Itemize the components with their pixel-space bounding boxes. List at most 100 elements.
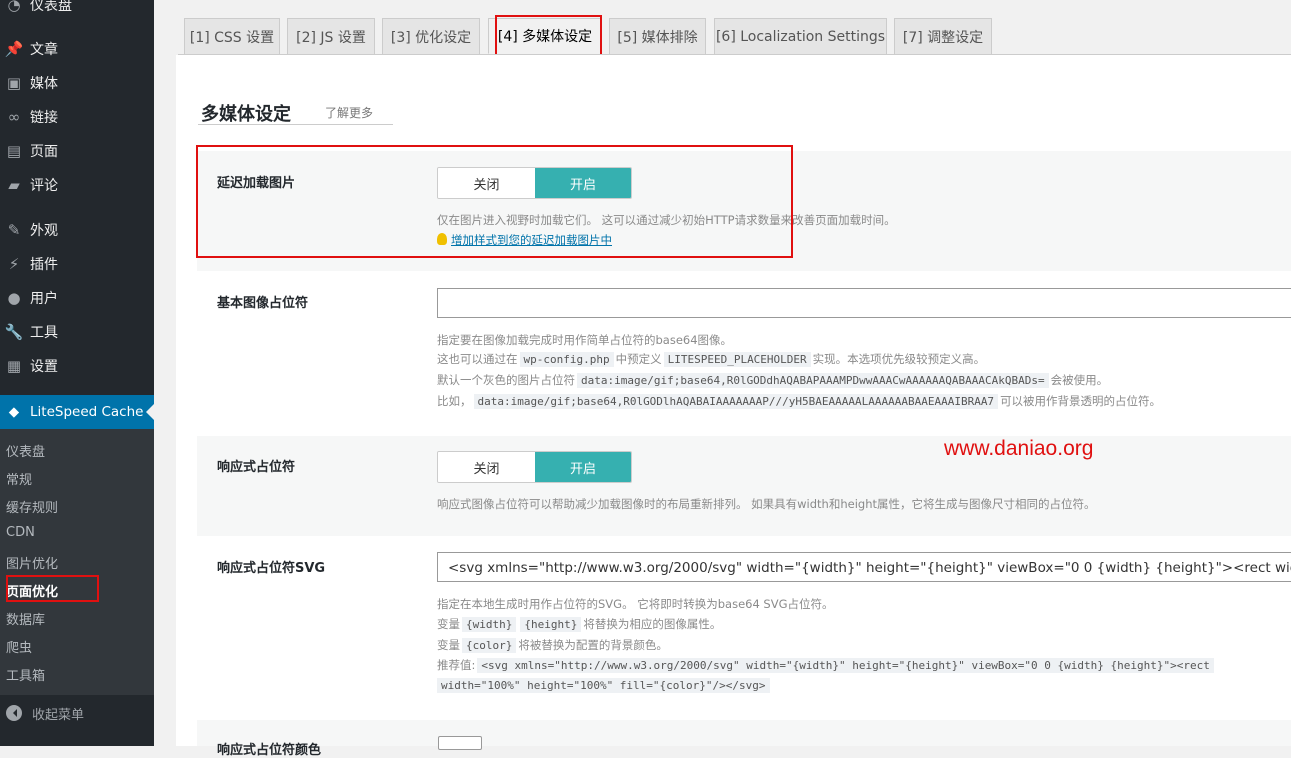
text: 推荐值: [437,658,476,672]
brush-icon: ✎ [7,221,21,239]
menu-tools-label: 工具 [30,325,58,341]
collapse-label: 收起菜单 [32,707,85,723]
code-snippet: {color} [462,638,517,653]
menu-pages-label: 页面 [30,144,58,160]
toggle-off-button[interactable]: 关闭 [438,452,535,482]
submenu-item[interactable]: 图片优化 [6,553,58,572]
text: 比如， [437,394,472,408]
menu-plugins[interactable]: ⚡ 插件 [0,247,154,281]
responsive-toggle[interactable]: 关闭 开启 [437,451,632,483]
svg-input[interactable]: <svg xmlns="http://www.w3.org/2000/svg" … [437,552,1291,582]
code-snippet: data:image/gif;base64,R0lGODlhAQABAIAAAA… [473,394,999,409]
text: 默认一个灰色的图片占位符 [437,373,575,387]
menu-plugins-label: 插件 [30,257,58,273]
placeholder-desc-1: 指定要在图像加载完成时用作简单占位符的base64图像。 [437,333,733,347]
text: 会被使用。 [1050,373,1109,387]
responsive-label: 响应式占位符 [217,460,296,475]
text: 将替换为相应的图像属性。 [583,617,722,631]
litespeed-label: LiteSpeed Cache [30,404,144,420]
menu-media-label: 媒体 [30,76,58,92]
menu-media[interactable]: ▣ 媒体 [0,66,154,100]
page-icon: ▤ [6,142,22,160]
plugin-icon: ⚡ [8,255,20,273]
collapse-menu[interactable]: 收起菜单 [0,700,154,726]
submenu-item[interactable]: 仪表盘 [6,441,45,460]
comment-icon: ▰ [8,176,20,194]
code-snippet: data:image/gif;base64,R0lGODdhAQABAPAAAM… [577,373,1049,388]
submenu-item[interactable]: 缓存规则 [6,497,58,516]
user-icon: ● [7,289,21,307]
tab-tuning[interactable]: [7] 调整设定 [894,18,992,54]
menu-pages[interactable]: ▤ 页面 [0,134,154,168]
menu-users[interactable]: ● 用户 [0,281,154,315]
tab-optimization[interactable]: [3] 优化设定 [382,18,480,54]
tab-js[interactable]: [2] JS 设置 [287,18,375,54]
color-label: 响应式占位符颜色 [217,743,322,758]
code-snippet: {height} [520,617,582,632]
menu-comments[interactable]: ▰ 评论 [0,168,154,202]
settings-icon: ▦ [6,357,22,375]
responsive-description: 响应式图像占位符可以帮助减少加载图像时的布局重新排列。 如果具有width和he… [437,497,1096,511]
dashboard-icon: ◔ [7,0,21,14]
svg-label: 响应式占位符SVG [217,561,326,576]
menu-dashboard-label: 仪表盘 [30,0,72,14]
color-row [197,720,1291,746]
menu-comments-label: 评论 [30,178,58,194]
learn-more-link[interactable]: 了解更多 [325,104,373,121]
text: 实现。本选项优先级较预定义高。 [812,352,986,366]
toggle-on-button[interactable]: 开启 [535,452,631,482]
code-snippet: width="100%" height="100%" fill="{color}… [437,678,770,693]
text: 变量 [437,617,460,631]
section-title: 多媒体设定 [201,104,291,125]
menu-settings-label: 设置 [30,359,58,375]
text: 中预定义 [615,352,662,366]
pin-icon: 📌 [4,40,24,58]
litespeed-icon: ◆ [8,404,20,420]
litespeed-submenu: 仪表盘 常规 缓存规则 CDN 图片优化 页面优化 数据库 爬虫 工具箱 [0,429,154,695]
tab-css[interactable]: [1] CSS 设置 [184,18,280,54]
highlight-box [196,145,793,258]
menu-posts[interactable]: 📌 文章 [0,32,154,66]
color-picker-button[interactable] [438,736,482,750]
menu-settings[interactable]: ▦ 设置 [0,349,154,383]
responsive-row [197,436,1291,536]
submenu-item[interactable]: 常规 [6,469,32,488]
menu-links[interactable]: ∞ 链接 [0,100,154,134]
menu-appearance[interactable]: ✎ 外观 [0,213,154,247]
tab-divider [178,54,1291,55]
media-icon: ▣ [6,74,22,92]
tab-media-excludes[interactable]: [5] 媒体排除 [609,18,706,54]
submenu-item[interactable]: 工具箱 [6,665,45,684]
menu-litespeed-cache[interactable]: ◆ LiteSpeed Cache [0,395,154,429]
highlight-box [495,15,602,58]
menu-users-label: 用户 [30,291,58,307]
submenu-item[interactable]: CDN [6,525,35,540]
code-snippet: LITESPEED_PLACEHOLDER [663,352,811,367]
placeholder-label: 基本图像占位符 [217,296,309,311]
title-underline [198,124,393,125]
menu-dashboard[interactable]: ◔ 仪表盘 [0,0,154,22]
code-snippet: {width} [462,617,517,632]
tab-localization[interactable]: [6] Localization Settings [714,18,887,54]
code-snippet: wp-config.php [519,352,614,367]
menu-links-label: 链接 [30,110,58,126]
placeholder-desc-3: 默认一个灰色的图片占位符 data:image/gif;base64,R0lGOD… [437,372,1108,388]
code-snippet: <svg xmlns="http://www.w3.org/2000/svg" … [477,658,1214,673]
submenu-item[interactable]: 爬虫 [6,637,32,656]
text: 变量 [437,638,460,652]
placeholder-desc-2: 这也可以通过在 wp-config.php 中预定义 LITESPEED_PLACEH… [437,351,985,367]
placeholder-desc-4: 比如， data:image/gif;base64,R0lGODlhAQABAIA… [437,393,1161,409]
submenu-item[interactable]: 数据库 [6,609,45,628]
collapse-icon [6,705,22,721]
highlight-box [6,575,99,602]
wrench-icon: 🔧 [4,323,24,341]
menu-appearance-label: 外观 [30,223,58,239]
watermark: www.daniao.org [944,437,1094,460]
placeholder-input[interactable] [437,288,1291,318]
menu-posts-label: 文章 [30,42,58,58]
text: 可以被用作背景透明的占位符。 [1000,394,1162,408]
link-icon: ∞ [7,108,21,126]
text: 将被替换为配置的背景颜色。 [518,638,668,652]
menu-tools[interactable]: 🔧 工具 [0,315,154,349]
text: 这也可以通过在 [437,352,518,366]
